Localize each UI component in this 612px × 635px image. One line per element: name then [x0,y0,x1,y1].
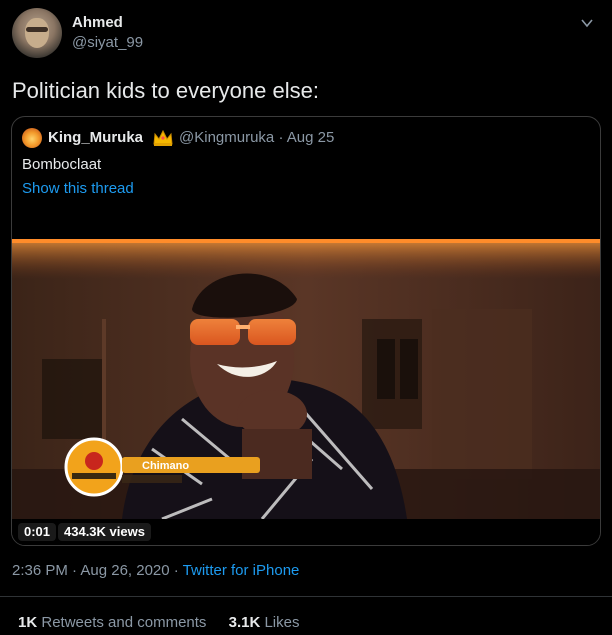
likes-label: Likes [260,614,300,631]
tweet-source-link[interactable]: Twitter for iPhone [183,562,300,579]
video-elapsed-time: 0:01 [18,523,57,541]
quoted-tweet-card[interactable]: King_Muruka @Kingmuruka · Aug 25 Bombocl… [11,116,601,546]
likes-stat[interactable]: 3.1K Likes [229,614,300,631]
quoted-author-handle[interactable]: @Kingmuruka [179,129,274,146]
video-overlay-name: Chimano [142,460,189,472]
author-handle[interactable]: @siyat_99 [72,34,143,51]
video-thumbnail: Chimano [12,239,600,519]
quoted-tweet-date: · Aug 25 [278,129,335,146]
tweet-header: Ahmed @siyat_99 [12,8,600,60]
likes-count: 3.1K [228,614,261,631]
avatar-sunglasses [26,27,48,32]
stats-divider [0,596,612,597]
tweet-text: Politician kids to everyone else: [12,78,319,103]
show-thread-link[interactable]: Show this thread [22,180,134,197]
video-view-count: 434.3K views [58,523,151,541]
retweets-stat[interactable]: 1K Retweets and comments [18,614,206,631]
quoted-tweet-text: Bomboclaat [22,156,102,173]
tweet-timestamp-line: 2:36 PM · Aug 26, 2020 · Twitter for iPh… [12,562,299,579]
quoted-author-meta: @Kingmuruka · Aug 25 [179,129,334,146]
video-player[interactable]: Chimano [12,239,600,519]
author-name[interactable]: Ahmed [72,14,123,31]
author-avatar[interactable] [12,8,62,58]
avatar-face [25,18,49,48]
quoted-author-avatar[interactable] [22,128,42,148]
video-controls: 0:01 434.3K views [12,519,600,545]
tweet-timestamp[interactable]: 2:36 PM · Aug 26, 2020 · [12,562,183,579]
crown-emoji-icon [153,129,173,146]
retweets-label: Retweets and comments [37,614,207,631]
chevron-down-icon[interactable] [578,14,596,32]
retweets-count: 1K [18,614,38,631]
quoted-author-name[interactable]: King_Muruka [48,129,143,146]
engagement-stats: 1K Retweets and comments 3.1K Likes [18,614,299,631]
